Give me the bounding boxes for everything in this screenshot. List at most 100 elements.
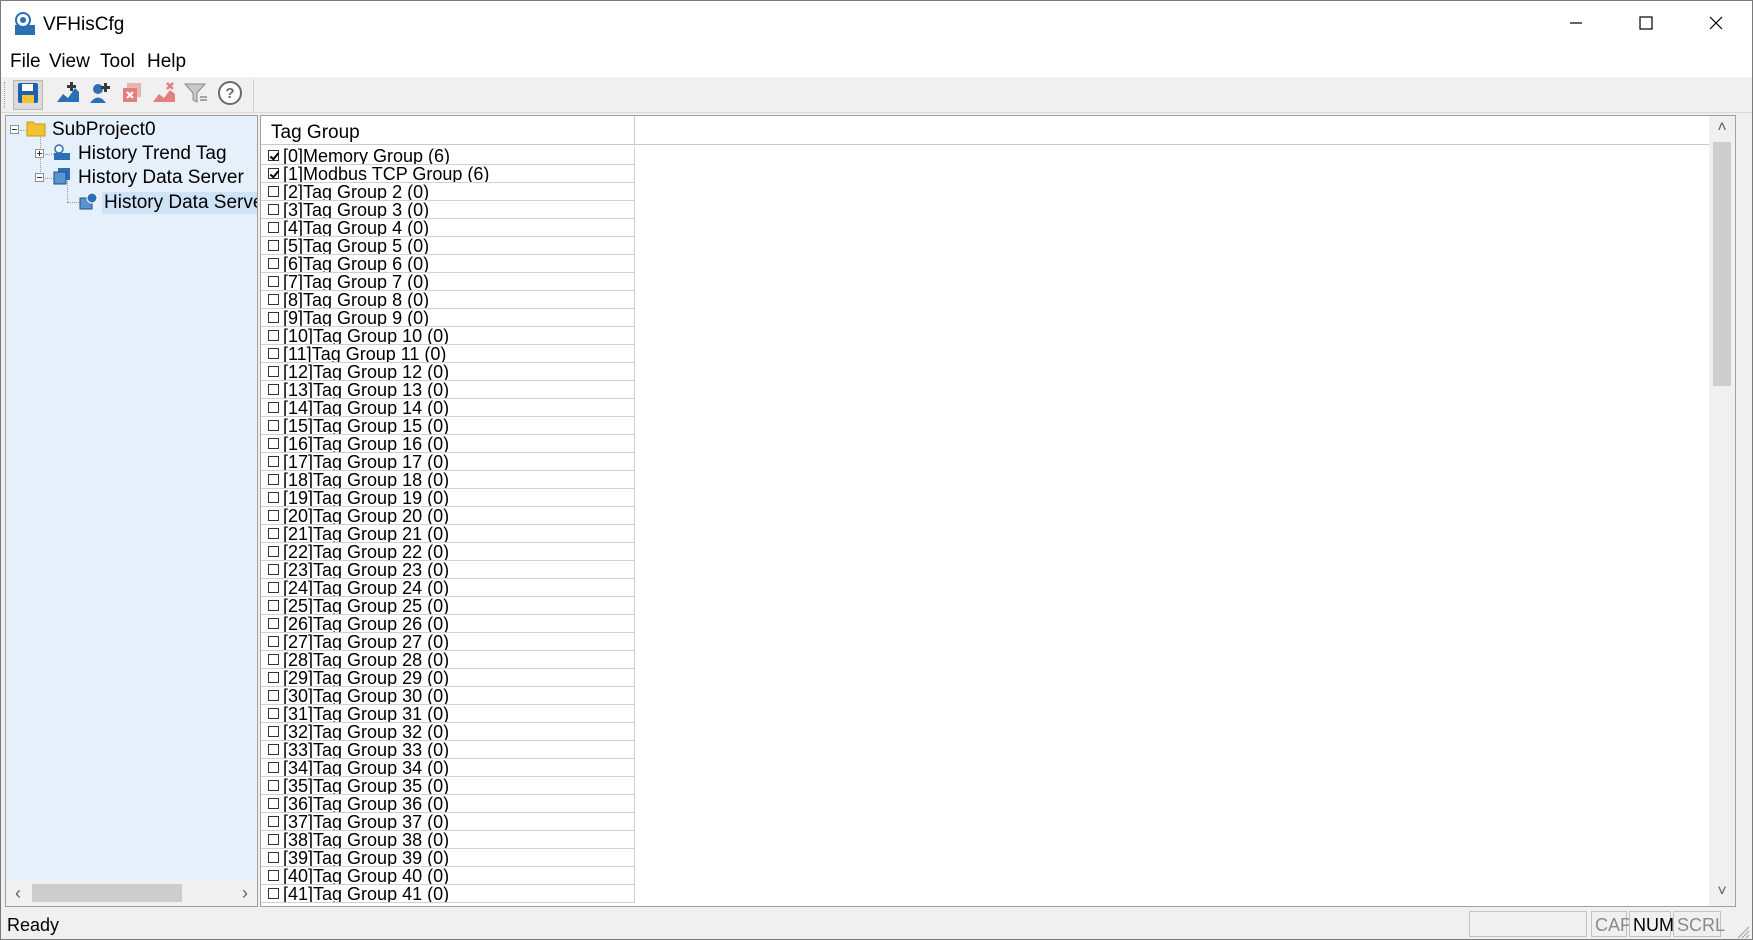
row-checkbox[interactable] — [268, 618, 279, 629]
list-item[interactable]: [13]Tag Group 13 (0) — [261, 381, 635, 399]
close-button[interactable] — [1681, 1, 1751, 49]
list-item[interactable]: [15]Tag Group 15 (0) — [261, 417, 635, 435]
resize-grip-icon[interactable] — [1734, 923, 1750, 939]
row-checkbox[interactable] — [268, 384, 279, 395]
list-vertical-scrollbar[interactable]: ˄ ˅ — [1709, 116, 1735, 906]
list-item[interactable]: [6]Tag Group 6 (0) — [261, 255, 635, 273]
scrollbar-thumb[interactable] — [32, 884, 182, 902]
row-checkbox[interactable] — [268, 870, 279, 881]
list-item[interactable]: [5]Tag Group 5 (0) — [261, 237, 635, 255]
row-checkbox[interactable] — [268, 546, 279, 557]
row-checkbox[interactable] — [268, 150, 279, 161]
list-item[interactable]: [26]Tag Group 26 (0) — [261, 615, 635, 633]
row-checkbox[interactable] — [268, 654, 279, 665]
list-item[interactable]: [1]Modbus TCP Group (6) — [261, 165, 635, 183]
list-item[interactable]: [3]Tag Group 3 (0) — [261, 201, 635, 219]
row-checkbox[interactable] — [268, 276, 279, 287]
row-checkbox[interactable] — [268, 564, 279, 575]
minimize-button[interactable] — [1541, 1, 1611, 49]
list-item[interactable]: [41]Tag Group 41 (0) — [261, 885, 635, 903]
row-checkbox[interactable] — [268, 834, 279, 845]
collapse-data-server-icon[interactable] — [35, 173, 44, 182]
row-checkbox[interactable] — [268, 690, 279, 701]
list-item[interactable]: [19]Tag Group 19 (0) — [261, 489, 635, 507]
scroll-up-icon[interactable]: ˄ — [1712, 119, 1732, 139]
list-item[interactable]: [4]Tag Group 4 (0) — [261, 219, 635, 237]
row-checkbox[interactable] — [268, 780, 279, 791]
delete-tag-button[interactable] — [149, 80, 179, 110]
row-checkbox[interactable] — [268, 258, 279, 269]
row-checkbox[interactable] — [268, 582, 279, 593]
row-checkbox[interactable] — [268, 852, 279, 863]
list-item[interactable]: [24]Tag Group 24 (0) — [261, 579, 635, 597]
list-item[interactable]: [21]Tag Group 21 (0) — [261, 525, 635, 543]
list-item[interactable]: [7]Tag Group 7 (0) — [261, 273, 635, 291]
list-item[interactable]: [8]Tag Group 8 (0) — [261, 291, 635, 309]
row-checkbox[interactable] — [268, 744, 279, 755]
project-tree[interactable]: SubProject0 History Trend Tag History Da… — [5, 115, 258, 907]
maximize-button[interactable] — [1611, 1, 1681, 49]
tree-node-subproject[interactable]: SubProject0 — [26, 117, 158, 143]
list-item[interactable]: [35]Tag Group 35 (0) — [261, 777, 635, 795]
list-item[interactable]: [38]Tag Group 38 (0) — [261, 831, 635, 849]
row-checkbox[interactable] — [268, 438, 279, 449]
list-item[interactable]: [29]Tag Group 29 (0) — [261, 669, 635, 687]
row-checkbox[interactable] — [268, 312, 279, 323]
row-checkbox[interactable] — [268, 186, 279, 197]
list-item[interactable]: [0]Memory Group (6) — [261, 147, 635, 165]
tree-horizontal-scrollbar[interactable]: ‹ › — [6, 880, 257, 906]
scroll-right-icon[interactable]: › — [235, 882, 255, 904]
list-item[interactable]: [12]Tag Group 12 (0) — [261, 363, 635, 381]
row-checkbox[interactable] — [268, 168, 279, 179]
list-item[interactable]: [10]Tag Group 10 (0) — [261, 327, 635, 345]
add-server-button[interactable] — [85, 80, 115, 110]
row-checkbox[interactable] — [268, 366, 279, 377]
row-checkbox[interactable] — [268, 726, 279, 737]
row-checkbox[interactable] — [268, 348, 279, 359]
row-checkbox[interactable] — [268, 888, 279, 899]
list-item[interactable]: [16]Tag Group 16 (0) — [261, 435, 635, 453]
list-item[interactable]: [14]Tag Group 14 (0) — [261, 399, 635, 417]
menu-file[interactable]: File — [7, 51, 44, 73]
list-item[interactable]: [22]Tag Group 22 (0) — [261, 543, 635, 561]
collapse-root-icon[interactable] — [10, 125, 19, 134]
row-checkbox[interactable] — [268, 510, 279, 521]
list-item[interactable]: [31]Tag Group 31 (0) — [261, 705, 635, 723]
help-button[interactable]: ? — [215, 80, 245, 110]
list-item[interactable]: [17]Tag Group 17 (0) — [261, 453, 635, 471]
list-item[interactable]: [37]Tag Group 37 (0) — [261, 813, 635, 831]
list-item[interactable]: [30]Tag Group 30 (0) — [261, 687, 635, 705]
scroll-down-icon[interactable]: ˅ — [1712, 883, 1732, 903]
save-button[interactable] — [13, 80, 43, 110]
row-checkbox[interactable] — [268, 672, 279, 683]
row-checkbox[interactable] — [268, 762, 279, 773]
row-checkbox[interactable] — [268, 636, 279, 647]
row-checkbox[interactable] — [268, 474, 279, 485]
list-item[interactable]: [40]Tag Group 40 (0) — [261, 867, 635, 885]
column-header-tag-group[interactable]: Tag Group — [261, 116, 635, 145]
row-checkbox[interactable] — [268, 294, 279, 305]
row-checkbox[interactable] — [268, 240, 279, 251]
tree-node-history-data-server[interactable]: History Data Server — [52, 165, 246, 191]
row-checkbox[interactable] — [268, 330, 279, 341]
list-item[interactable]: [28]Tag Group 28 (0) — [261, 651, 635, 669]
add-trend-tag-button[interactable] — [53, 80, 83, 110]
row-checkbox[interactable] — [268, 528, 279, 539]
list-item[interactable]: [18]Tag Group 18 (0) — [261, 471, 635, 489]
filter-button[interactable] — [181, 80, 211, 110]
tag-group-list[interactable]: Tag Group [0]Memory Group (6) [1]Modbus T… — [260, 115, 1736, 907]
row-checkbox[interactable] — [268, 402, 279, 413]
list-item[interactable]: [20]Tag Group 20 (0) — [261, 507, 635, 525]
row-checkbox[interactable] — [268, 708, 279, 719]
list-item[interactable]: [9]Tag Group 9 (0) — [261, 309, 635, 327]
list-item[interactable]: [34]Tag Group 34 (0) — [261, 759, 635, 777]
scrollbar-thumb[interactable] — [1713, 142, 1731, 386]
list-item[interactable]: [39]Tag Group 39 (0) — [261, 849, 635, 867]
list-item[interactable]: [23]Tag Group 23 (0) — [261, 561, 635, 579]
row-checkbox[interactable] — [268, 222, 279, 233]
toolbar-grip[interactable] — [4, 82, 7, 108]
row-checkbox[interactable] — [268, 798, 279, 809]
delete-group-button[interactable] — [117, 80, 147, 110]
row-checkbox[interactable] — [268, 600, 279, 611]
list-item[interactable]: [32]Tag Group 32 (0) — [261, 723, 635, 741]
